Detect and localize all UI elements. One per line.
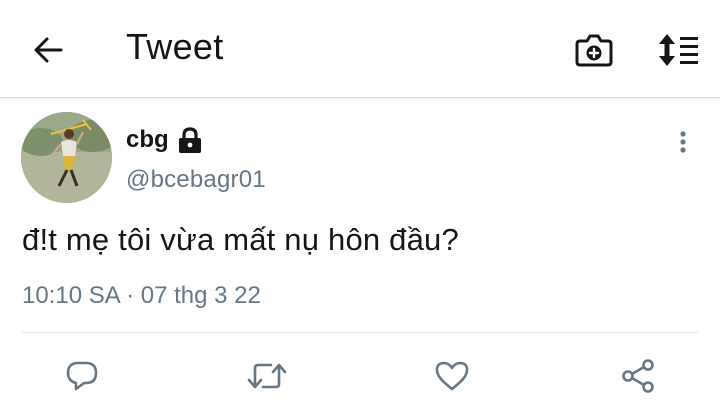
share-button[interactable] [618,356,658,396]
sort-icon [659,34,698,66]
reply-button[interactable] [62,356,102,396]
author-row: cbg [126,124,203,156]
divider [22,332,698,333]
back-button[interactable] [26,30,70,70]
page-title: Tweet [126,26,224,67]
author-handle[interactable]: @bcebagr01 [126,166,266,194]
more-options-button[interactable] [668,124,698,160]
avatar[interactable] [21,112,112,203]
avatar-image [21,112,112,203]
tweet-text: đ!t mẹ tôi vừa mất nụ hôn đầu? [22,222,459,257]
camera-plus-icon [575,34,613,67]
camera-button[interactable] [572,28,616,72]
retweet-button[interactable] [247,356,287,396]
tweet-timestamp: 10:10 SA · 07 thg 3 22 [22,282,261,309]
like-button[interactable] [432,356,472,396]
retweet-icon [247,363,287,389]
lock-icon [177,126,203,154]
arrow-left-icon [34,37,63,63]
share-icon [622,359,654,393]
author-name[interactable]: cbg [126,126,169,154]
reply-icon [66,361,98,391]
app-header: Tweet [0,0,720,98]
sort-button[interactable] [654,28,702,72]
more-vertical-icon [680,131,686,153]
heart-icon [435,361,469,391]
